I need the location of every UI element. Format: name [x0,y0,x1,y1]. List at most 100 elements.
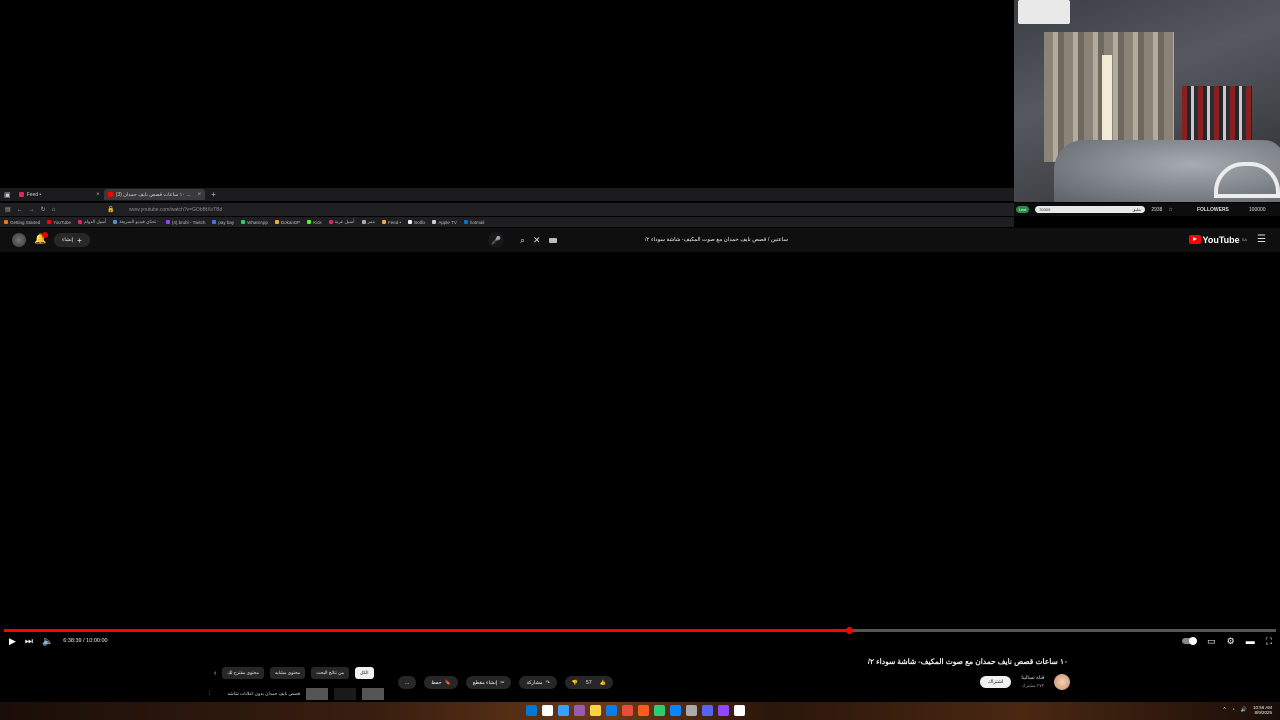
youtube-logo[interactable]: YouTube SA [1188,235,1247,245]
create-button[interactable]: إنشاء + [54,233,90,247]
recommendation-item[interactable]: ⋮ قصص نايف حمدان بدون اعلانات شاشه [207,688,385,700]
taskbar-app-icon[interactable] [718,705,729,716]
taskbar-app-icon[interactable] [734,705,745,716]
taskbar-app-icon[interactable] [686,705,697,716]
back-icon[interactable]: ← [17,207,23,213]
taskbar-app-icon[interactable] [654,705,665,716]
more-actions-button[interactable]: ... [398,676,417,689]
play-icon[interactable]: ▶ [9,636,16,647]
channel-info[interactable]: قناة تسالينا ٢٧٢ مشترك [1021,674,1044,690]
tab-close-icon[interactable]: × [96,192,100,198]
bookmark-item[interactable]: WhatsApp [241,220,268,225]
bookmark-item[interactable]: ممر [361,219,375,225]
taskbar-app-icon[interactable] [702,705,713,716]
menu-hamburger-icon[interactable]: ☰ [1257,234,1266,245]
bookmark-label: Apple TV [438,219,457,225]
recommendation-thumbnail[interactable] [306,688,329,700]
filter-chips: ‹ محتوى مقترح لك محتوى مشابه من نتائج ال… [214,667,374,679]
channel-row: اشتراك قناة تسالينا ٢٧٢ مشترك [980,674,1071,690]
lock-icon: 🔒 [107,207,115,213]
forward-icon[interactable]: → [29,207,35,213]
taskbar-app-icon[interactable] [542,705,553,716]
clock[interactable]: 10:56 AM 8/9/2025 [1253,705,1272,715]
taskbar-app-icon[interactable] [670,705,681,716]
progress-scrubber-handle[interactable] [845,627,853,634]
next-icon[interactable]: ⏭ [25,636,33,647]
voice-search-mic-icon[interactable]: 🎤 [488,232,504,248]
search-input[interactable]: ⌕ ✕ ساعتين / قصص نايف حمدان مع صوت المكي… [514,232,794,248]
home-icon[interactable]: ⌂ [52,207,56,213]
chip-all[interactable]: الكل [354,667,374,679]
url-field[interactable]: www.youtube.com/watch?v=GObBtXvTBd [129,207,223,213]
dislike-icon[interactable]: 👎 [572,680,578,686]
tray-chevron-icon[interactable]: ^ [1223,707,1225,713]
sidebar-toggle-icon[interactable]: ▤ [5,206,11,213]
bookmark-item[interactable]: Botfix [408,220,425,225]
chip-similar[interactable]: محتوى مشابه [269,667,306,679]
more-vert-icon[interactable]: ⋮ [207,691,212,697]
search-icon[interactable]: ⌕ [520,235,525,246]
subtitles-icon[interactable]: ▭ [1207,636,1216,647]
bookmark-item[interactable]: أسيل عربة [328,219,355,225]
chip-search-results[interactable]: من نتائج البحث [311,667,349,679]
time-display: 6:38:39 / 10:00:00 [63,638,108,644]
taskbar-app-icon[interactable] [558,705,569,716]
bookmark-item[interactable]: YouTube [47,220,71,225]
bookmark-favicon-icon [408,220,413,224]
taskbar-app-icon[interactable] [606,705,617,716]
browser-tab-feed[interactable]: Feed • × [15,189,104,200]
account-avatar[interactable] [12,233,26,247]
bookmark-item[interactable]: Apple TV [432,219,457,225]
bookmark-item[interactable]: Feed • [382,220,401,225]
autoplay-toggle[interactable] [1182,637,1198,645]
bookmark-item[interactable]: (4) brubl - Twitch [165,220,205,225]
viewers-count: 2938 [1151,206,1163,213]
clear-search-icon[interactable]: ✕ [533,235,541,246]
tab-close-icon[interactable]: × [198,192,202,198]
bookmark-item[interactable]: Getting Started [4,220,40,225]
bookmark-item[interactable]: أسيل الدوام [77,219,106,225]
volume-icon[interactable]: 🔈 [42,636,53,647]
recommendation-thumbnail[interactable] [334,688,357,700]
bookmark-item[interactable]: تحدّي فيديو السريعة · [113,219,159,225]
tab-menu-icon[interactable]: ▣ [0,189,15,200]
video-actions: ... حفظ 🔖 إنشاء مقطع ✂ مشاركة ↷ 👎 57 👍 [398,676,613,689]
new-tab-button[interactable]: + [211,190,216,199]
taskbar-app-icon[interactable] [590,705,601,716]
chevron-left-icon[interactable]: ‹ [214,670,216,677]
channel-name[interactable]: قناة تسالينا [1021,674,1044,682]
bookmark-item[interactable]: DokanDP [274,220,300,225]
taskbar-app-icon[interactable] [638,705,649,716]
clip-button[interactable]: إنشاء مقطع ✂ [465,676,512,689]
chip-suggested[interactable]: محتوى مقترح لك [222,667,264,679]
share-button[interactable]: مشاركة ↷ [519,676,557,689]
chat-input[interactable]: 30305 تعليق [1035,206,1146,213]
bookmark-label: Getting Started [10,219,41,225]
channel-avatar[interactable] [1054,674,1071,690]
bookmark-favicon-icon [463,220,468,224]
reload-icon[interactable]: ↻ [41,206,46,213]
bookmark-favicon-icon [47,220,52,224]
video-progress-bar[interactable] [4,627,1276,634]
bookmark-item[interactable]: hotmail [463,220,484,225]
recommendation-thumbnail[interactable] [362,688,385,700]
keyboard-icon[interactable] [548,237,557,243]
browser-tab-youtube[interactable]: (3) ١٠ ساعات قصص نايف حمدان ... × [103,189,206,200]
taskbar-app-icon[interactable] [622,705,633,716]
taskbar-app-icon[interactable] [574,705,585,716]
window-light [1102,55,1112,145]
volume-tray-icon[interactable]: 🔊 [1241,707,1247,713]
wifi-icon[interactable]: ◔ [1232,707,1235,713]
notifications-bell-icon[interactable]: 🔔 [34,232,48,246]
taskbar-app-icon[interactable] [526,705,537,716]
subscribe-button[interactable]: اشتراك [980,676,1012,688]
bookmark-item[interactable]: Kick [307,220,322,225]
like-count: 57 [586,679,592,686]
player-controls: ▶ ⏭ 🔈 6:38:39 / 10:00:00 ▭ ⚙ ▬ ⛶ [0,634,1280,648]
theater-mode-icon[interactable]: ▬ [1246,636,1255,646]
save-button[interactable]: حفظ 🔖 [424,676,458,689]
bookmark-item[interactable]: pay bay [212,220,234,225]
like-icon[interactable]: 👍 [600,680,606,686]
fullscreen-icon[interactable]: ⛶ [1266,636,1272,647]
settings-gear-icon[interactable]: ⚙ [1227,636,1235,647]
